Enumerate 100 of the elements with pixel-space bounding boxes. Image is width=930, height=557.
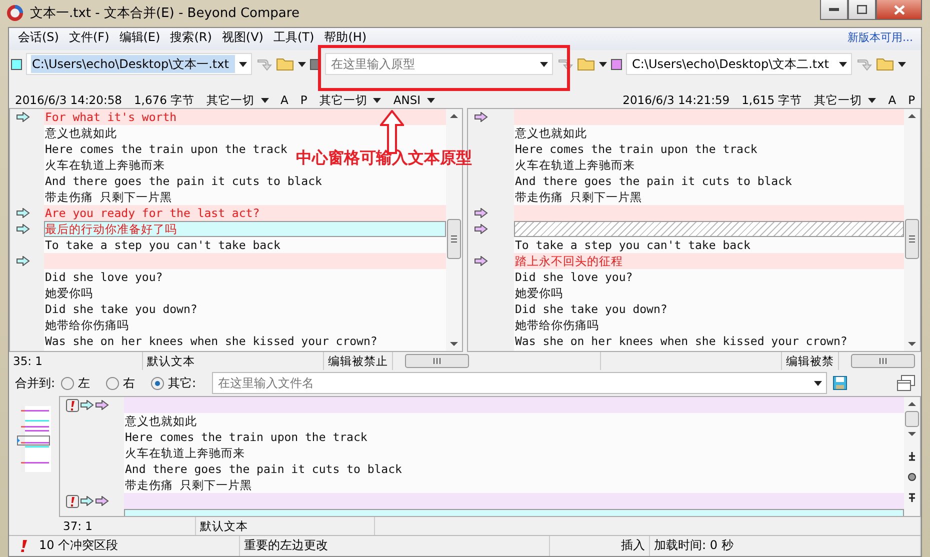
- text-line: Did she take you down?: [45, 302, 198, 316]
- text-line: And there goes the pain it cuts to black: [45, 174, 322, 188]
- text-line: 最后的行动你准备好了吗: [45, 222, 177, 236]
- file-date: 2016/6/3 14:21:59: [622, 93, 730, 107]
- text-line: 她带给你伤痛吗: [515, 318, 599, 332]
- update-link[interactable]: 新版本可用...: [848, 30, 917, 44]
- file-size: 1,615 字节: [742, 92, 802, 108]
- next-conflict-icon[interactable]: [908, 493, 916, 503]
- scroll-thumb[interactable]: [405, 354, 469, 368]
- circle-icon[interactable]: [908, 473, 916, 481]
- file-size: 1,676 字节: [134, 92, 195, 108]
- previous-conflict-icon[interactable]: [908, 451, 916, 461]
- windows-icon[interactable]: [897, 375, 915, 391]
- text-line: 踏上永不回头的征程: [515, 254, 623, 268]
- minimize-button[interactable]: [820, 0, 848, 20]
- change-summary: 重要的左边更改: [240, 536, 550, 556]
- text-line: Was she on her knees when she kissed your crown?: [45, 334, 378, 348]
- text-line: To take a step you can't take back: [45, 238, 280, 252]
- right-arrow-icon: [95, 496, 109, 506]
- output-file-input[interactable]: 在这里输入文件名: [217, 374, 814, 392]
- text-line: 带走伤痛 只剩下一片黑: [125, 478, 252, 492]
- scroll-thumb[interactable]: [905, 411, 919, 427]
- output-file-field[interactable]: 在这里输入文件名: [212, 372, 827, 394]
- text-line: And there goes the pain it cuts to black: [125, 462, 402, 476]
- filter-toggle[interactable]: P: [908, 93, 915, 107]
- text-line: Did she take you down?: [515, 302, 668, 316]
- menu-item[interactable]: 帮助(H): [319, 28, 372, 46]
- filter-toggle[interactable]: A: [888, 93, 896, 107]
- caret-icon: [260, 98, 269, 102]
- text-line: To take a step you can't take back: [515, 238, 750, 252]
- merge-label: 合并到:: [15, 374, 56, 392]
- maximize-button[interactable]: [848, 0, 876, 20]
- scroll-thumb[interactable]: [905, 219, 919, 259]
- cursor-position: 35: 1: [9, 352, 143, 370]
- menu-item[interactable]: 工具(T): [268, 28, 320, 46]
- right-arrow-icon: [474, 224, 488, 234]
- right-arrow-icon: [80, 496, 94, 506]
- text-line: Was she on her knees when she kissed your crown?: [515, 334, 848, 348]
- right-arrow-icon: [16, 256, 30, 266]
- filter-dropdown[interactable]: 其它一切: [814, 92, 876, 108]
- menu-item[interactable]: 搜索(R): [165, 28, 217, 46]
- filter-dropdown[interactable]: 其它一切: [319, 92, 382, 108]
- filter-dropdown[interactable]: ANSI: [393, 93, 435, 107]
- save-icon[interactable]: [833, 376, 847, 390]
- edit-mode: 插入: [550, 536, 650, 556]
- caret-icon: [373, 98, 382, 102]
- merge-radio[interactable]: 其它:: [151, 374, 196, 392]
- merge-radio[interactable]: 右: [106, 374, 136, 392]
- text-format: 默认文本: [143, 352, 324, 370]
- right-arrow-icon: [95, 400, 109, 410]
- text-line: 意义也就如此: [45, 126, 117, 140]
- file-path-input[interactable]: C:\Users\echo\Desktop\文本一.txt: [31, 55, 235, 73]
- right-arrow-icon: [474, 256, 488, 266]
- right-arrow-icon: [474, 208, 488, 218]
- close-button[interactable]: [876, 0, 922, 20]
- text-line: 意义也就如此: [125, 414, 197, 428]
- file-path-field[interactable]: C:\Users\echo\Desktop\文本一.txt: [26, 53, 252, 75]
- text-line: Are you ready for the last act?: [45, 206, 260, 220]
- text-line: Did she love you?: [515, 270, 633, 284]
- text-line: 火车在轨道上奔驰而来: [125, 446, 245, 460]
- caret-icon: [839, 62, 847, 66]
- filter-dropdown[interactable]: 其它一切: [206, 92, 269, 108]
- folder-icon[interactable]: [876, 57, 894, 71]
- close-icon: [894, 4, 904, 14]
- maximize-icon: [857, 5, 867, 14]
- annotation-text: 中心窗格可输入文本原型: [296, 148, 472, 169]
- right-arrow-icon: [16, 208, 30, 218]
- right-arrow-icon: [474, 112, 488, 122]
- conflict-icon: [66, 494, 79, 508]
- caret-icon: [239, 62, 247, 66]
- caret-icon: [540, 62, 548, 66]
- cursor-position: 37: 1: [59, 517, 196, 535]
- right-arrow-icon: [80, 400, 94, 410]
- base-file-field[interactable]: 在这里输入原型: [325, 53, 553, 75]
- file-path-field[interactable]: C:\Users\echo\Desktop\文本二.txt: [626, 53, 852, 75]
- menu-item[interactable]: 编辑(E): [114, 28, 166, 46]
- text-line: 她带给你伤痛吗: [45, 318, 129, 332]
- menu-item[interactable]: 视图(V): [216, 28, 268, 46]
- folder-icon[interactable]: [276, 57, 294, 71]
- filter-toggle[interactable]: P: [300, 93, 308, 107]
- text-line: Here comes the train upon the track: [125, 430, 368, 444]
- filter-toggle[interactable]: A: [280, 93, 288, 107]
- text-format: 默认文本: [196, 517, 375, 535]
- caret-icon: [426, 98, 435, 102]
- scroll-thumb[interactable]: [851, 354, 915, 368]
- file-path-input[interactable]: C:\Users\echo\Desktop\文本二.txt: [631, 55, 835, 73]
- text-line: Did she love you?: [45, 270, 163, 284]
- text-line: And there goes the pain it cuts to black: [515, 174, 792, 188]
- menu-item[interactable]: 会话(S): [13, 28, 64, 46]
- caret-icon: [868, 98, 876, 102]
- folder-icon[interactable]: [577, 57, 595, 71]
- text-line: Here comes the train upon the track: [515, 142, 758, 156]
- scroll-thumb[interactable]: [447, 219, 461, 259]
- text-line: 带走伤痛 只剩下一片黑: [45, 190, 172, 204]
- curved-arrow-icon[interactable]: [557, 57, 573, 71]
- menu-item[interactable]: 文件(F): [64, 28, 114, 46]
- text-line: 意义也就如此: [515, 126, 587, 140]
- caret-icon: [898, 62, 906, 66]
- merge-radio[interactable]: 左: [61, 374, 90, 392]
- text-line: 火车在轨道上奔驰而来: [45, 158, 165, 172]
